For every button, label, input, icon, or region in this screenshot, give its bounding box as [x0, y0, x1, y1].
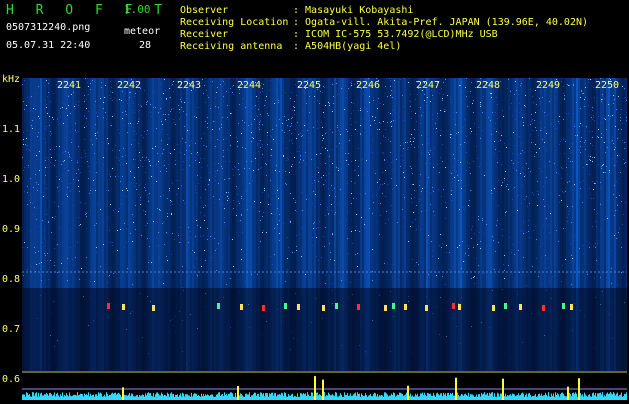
x-tick-2244: 2244 — [237, 80, 262, 91]
datetime: 05.07.31 22:40 — [6, 40, 91, 51]
info-key-antenna: Receiving antenna — [180, 41, 283, 52]
y-tick-0-9: 0.9 — [2, 224, 21, 235]
spectrogram — [22, 78, 627, 371]
info-key-receiver: Receiver — [180, 29, 229, 40]
x-tick-2245: 2245 — [297, 80, 322, 91]
x-tick-2247: 2247 — [416, 80, 441, 91]
meteor-label: meteor — [124, 26, 161, 37]
y-tick-0-7: 0.7 — [2, 324, 21, 335]
x-tick-2243: 2243 — [177, 80, 202, 91]
x-tick-2241: 2241 — [57, 80, 82, 91]
y-tick-0-6: 0.6 — [2, 374, 21, 385]
info-key-observer: Observer — [180, 5, 229, 16]
version-label: 1.00 — [124, 3, 151, 16]
info-key-location: Receiving Location — [180, 17, 289, 28]
info-value-observer: : Masayuki Kobayashi — [293, 5, 414, 16]
y-tick-0-8: 0.8 — [2, 274, 21, 285]
y-axis-unit: kHz — [2, 74, 21, 85]
x-tick-2248: 2248 — [476, 80, 501, 91]
y-tick-1-0: 1.0 — [2, 174, 21, 185]
x-tick-2250: 2250 — [595, 80, 620, 91]
info-value-antenna: : A504HB(yagi 4el) — [293, 41, 402, 52]
filename: 0507312240.png — [6, 22, 91, 33]
y-tick-1-1: 1.1 — [2, 124, 21, 135]
x-tick-2249: 2249 — [536, 80, 561, 91]
meteor-count: 28 — [139, 40, 152, 51]
x-tick-2242: 2242 — [117, 80, 142, 91]
signal-level-strip — [22, 371, 627, 400]
spectrogram-canvas — [22, 78, 627, 371]
signal-level-canvas — [22, 371, 627, 400]
info-value-location: : Ogata-vill. Akita-Pref. JAPAN (139.96E… — [293, 17, 589, 28]
x-tick-2246: 2246 — [356, 80, 381, 91]
info-value-receiver: : ICOM IC-575 53.7492(@LCD)MHz USB — [293, 29, 498, 40]
